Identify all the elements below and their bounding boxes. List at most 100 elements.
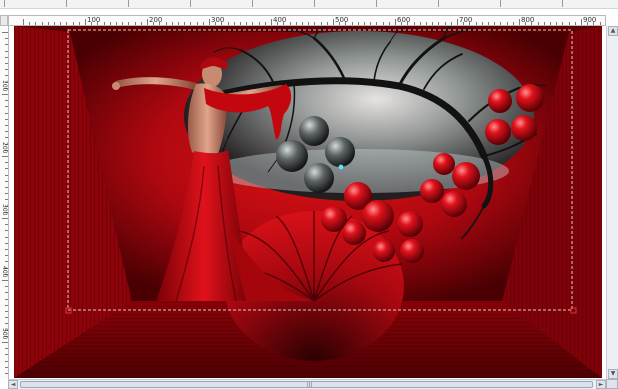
ruler-tick — [134, 22, 136, 25]
ruler-tick — [382, 22, 384, 25]
ruler-tick — [190, 22, 192, 25]
ruler-tick — [413, 22, 415, 25]
ruler-label: 900 — [583, 16, 597, 24]
ruler-tick — [178, 22, 179, 25]
ruler-label: 200 — [149, 16, 163, 24]
ruler-tick — [295, 22, 297, 25]
ruler-tick — [5, 261, 8, 263]
ruler-tick — [85, 19, 86, 25]
ruler-tick — [147, 19, 148, 25]
toolbar-divider — [4, 0, 5, 7]
ruler-tick — [5, 255, 8, 257]
ruler-tick — [209, 19, 210, 25]
ruler-tick — [562, 22, 564, 25]
ruler-tick — [171, 22, 173, 25]
ruler-tick — [568, 22, 570, 25]
ruler-tick — [364, 22, 365, 25]
ruler-label: 800 — [521, 16, 535, 24]
ruler-tick — [233, 22, 235, 25]
vertical-ruler[interactable]: 100 200 300 400 500 — [0, 26, 9, 379]
scroll-down-button[interactable]: ▼ — [608, 369, 618, 379]
ruler-tick — [5, 193, 8, 195]
ruler-tick — [556, 22, 558, 25]
ruler-corner — [0, 15, 8, 26]
ruler-tick — [388, 22, 390, 25]
ruler-tick — [5, 75, 8, 77]
ruler-tick — [5, 112, 8, 114]
ruler-tick — [326, 22, 328, 25]
scroll-thumb[interactable]: ||| — [20, 381, 593, 388]
ruler-tick — [5, 373, 8, 374]
ruler-label: 300 — [211, 16, 225, 24]
scroll-left-button[interactable]: ◄ — [8, 380, 18, 389]
ruler-tick — [5, 199, 8, 201]
ruler-label: 600 — [397, 16, 411, 24]
ruler-tick — [5, 187, 8, 188]
ruler-tick — [5, 311, 8, 312]
ruler-tick — [5, 286, 8, 288]
image-canvas[interactable] — [14, 26, 602, 378]
ruler-tick — [2, 94, 8, 95]
ruler-tick — [320, 22, 322, 25]
ruler-tick — [72, 22, 74, 25]
vertical-scrollbar[interactable]: ▲ ▼ — [606, 26, 618, 379]
ruler-tick — [581, 19, 582, 25]
ruler-tick — [5, 63, 8, 64]
ruler-tick — [5, 366, 8, 368]
ruler-tick — [5, 323, 8, 325]
ruler-tick — [5, 354, 8, 356]
ruler-tick — [444, 22, 446, 25]
toolbar-divider — [438, 0, 439, 7]
ruler-tick — [370, 22, 372, 25]
ruler-tick — [5, 236, 8, 238]
ruler-tick — [5, 118, 8, 120]
ruler-tick — [5, 137, 8, 139]
ruler-tick — [128, 22, 130, 25]
ruler-tick — [29, 22, 31, 25]
ruler-tick — [599, 22, 601, 25]
horizontal-scrollbar[interactable]: ◄ ||| ► — [8, 379, 606, 389]
scroll-up-button[interactable]: ▲ — [608, 26, 618, 36]
ruler-tick — [5, 44, 8, 46]
scroll-grip: ||| — [307, 382, 313, 388]
ruler-tick — [264, 22, 266, 25]
ruler-tick — [426, 22, 427, 25]
ruler-tick — [54, 22, 55, 25]
ruler-tick — [240, 22, 241, 25]
ruler-tick — [5, 174, 8, 176]
ruler-tick — [450, 22, 452, 25]
ruler-tick — [140, 22, 142, 25]
ruler-label: 400 — [1, 266, 8, 278]
ruler-tick — [5, 242, 8, 244]
ruler-tick — [512, 22, 514, 25]
ruler-tick — [438, 22, 440, 25]
ruler-tick — [494, 22, 496, 25]
ruler-tick — [500, 22, 502, 25]
toolbar-divider — [314, 0, 315, 7]
ruler-tick — [333, 19, 334, 25]
ruler-tick — [116, 22, 117, 25]
toolbar-divider — [376, 0, 377, 7]
ruler-tick — [109, 22, 111, 25]
ruler-label: 300 — [1, 204, 8, 216]
ruler-tick — [2, 342, 8, 343]
ruler-tick — [47, 22, 49, 25]
ruler-tick — [41, 22, 43, 25]
ruler-tick — [5, 298, 8, 300]
scroll-right-button[interactable]: ► — [596, 380, 606, 389]
ruler-tick — [258, 22, 260, 25]
ruler-tick — [457, 19, 458, 25]
ruler-label: 100 — [87, 16, 101, 24]
horizontal-ruler[interactable]: 100 200 300 400 500 600 700 800 900 — [8, 15, 606, 26]
ruler-tick — [5, 162, 8, 164]
ruler-tick — [475, 22, 477, 25]
scrollbar-corner — [606, 379, 618, 389]
toolbar-divider — [66, 0, 67, 7]
ruler-tick — [5, 180, 8, 182]
top-toolbar-edge — [0, 0, 618, 9]
ruler-tick — [5, 106, 8, 108]
toolbar-divider — [190, 0, 191, 7]
ruler-tick — [5, 317, 8, 319]
ruler-tick — [202, 22, 204, 25]
ruler-tick — [376, 22, 378, 25]
